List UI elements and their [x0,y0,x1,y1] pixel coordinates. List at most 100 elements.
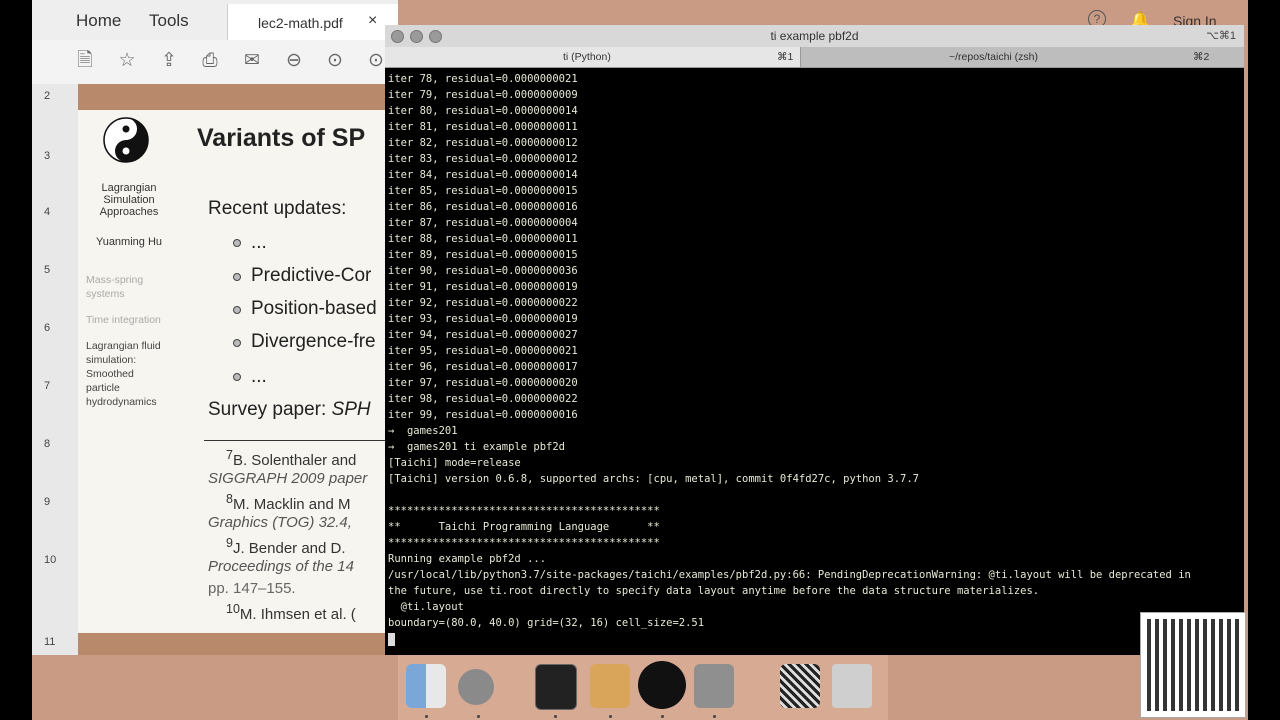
running-indicator [425,715,428,718]
terminal-line: iter 93, residual=0.0000000019 [388,313,578,325]
footnote: 7B. Solenthaler and [226,448,356,469]
survey-value: SPH [331,399,371,420]
tab-zsh[interactable]: ~/repos/taichi (zsh) ⌘2 [801,47,1244,67]
qr-app-icon[interactable] [780,664,820,708]
bullet-text: Predictive-Cor [251,265,372,286]
page-number[interactable]: 3 [44,150,50,162]
pdf-toolbar: 🗎 ☆ ⇪ ⎙ ✉ ⊖ ⊙ ⊙ [32,40,398,85]
terminal-output[interactable]: iter 78, residual=0.0000000021 iter 79, r… [388,71,1238,647]
sidebar-current-line: simulation: [86,354,137,366]
terminal-prompt[interactable] [388,631,1238,647]
terminal-line: iter 78, residual=0.0000000021 [388,73,578,85]
recent-updates-heading: Recent updates: [208,198,347,219]
sidebar-current-line: hydrodynamics [86,396,157,408]
terminal-line: iter 98, residual=0.0000000022 [388,393,578,405]
bullet-text: ... [251,366,267,387]
sidebar-current-line: Lagrangian fluid [86,340,161,352]
mail-icon[interactable]: ✉ [241,50,263,72]
yin-yang-logo [103,117,149,163]
terminal-line: iter 84, residual=0.0000000014 [388,169,578,181]
bullet-icon [233,273,241,281]
print-icon[interactable]: ⎙ [199,50,221,72]
star-icon[interactable]: ☆ [116,50,138,72]
trash-icon[interactable] [832,664,872,708]
footnote-venue: Graphics (TOG) 32.4, [208,514,352,531]
pdf-topbar: Home Tools lec2-math.pdf × [32,0,398,40]
terminal-line: @ti.layout [388,601,464,613]
running-indicator [713,715,716,718]
terminal-line: iter 90, residual=0.0000000036 [388,265,578,277]
terminal-title: ti example pbf2d [770,29,859,43]
home-tab[interactable]: Home [76,11,121,31]
page-number[interactable]: 11 [44,636,55,648]
footnote-number: 9 [226,536,233,550]
running-indicator [554,715,557,718]
footnote-number: 8 [226,492,233,506]
footnote-text: B. Solenthaler and [232,452,357,469]
window-shortcut: ⌥⌘1 [1206,30,1236,42]
terminal-line: ****************************************… [388,537,660,549]
sidebar-item-current[interactable]: Lagrangian fluid simulation: Smoothed pa… [86,339,161,409]
sidebar-item[interactable]: systems [86,288,125,300]
page-number[interactable]: 5 [44,264,50,276]
page-number[interactable]: 6 [44,322,50,334]
terminal-line: iter 86, residual=0.0000000016 [388,201,578,213]
qr-code [1140,612,1246,718]
terminal-line: [Taichi] mode=release [388,457,521,469]
finder-icon[interactable] [406,664,446,708]
page-number[interactable]: 9 [44,496,50,508]
bullet-icon [233,373,241,381]
tab-python[interactable]: ti (Python) ⌘1 [385,47,801,67]
bullet-icon [233,339,241,347]
slide-header-band [78,84,398,110]
tools-tab[interactable]: Tools [149,11,189,31]
footnote-text: M. Macklin and M [232,496,351,513]
survey-label: Survey paper: [208,399,327,420]
terminal-titlebar: ti example pbf2d ⌥⌘1 [385,25,1244,47]
dock [398,655,888,720]
launchpad-icon[interactable] [458,669,494,705]
terminal-line: [Taichi] version 0.6.8, supported archs:… [388,473,920,485]
terminal-icon[interactable] [535,664,577,710]
footnote: 10M. Ihmsen et al. ( [226,602,356,623]
qr-pattern [1147,619,1239,711]
sidebar-item[interactable]: Time integration [86,314,161,326]
footnote-rule [204,440,394,441]
upload-icon[interactable]: ⇪ [158,50,180,72]
page-number[interactable]: 2 [44,90,50,102]
close-icon[interactable]: × [368,12,377,30]
page-number[interactable]: 4 [44,206,50,218]
document-tab-label: lec2-math.pdf [258,15,343,31]
page-number[interactable]: 7 [44,380,50,392]
sidebar-title-line: Simulation [103,194,155,206]
bullet-text: Divergence-fre [251,331,376,352]
sidebar-title-line: Lagrangian [101,182,157,194]
terminal-line: iter 91, residual=0.0000000019 [388,281,578,293]
terminal-line: iter 96, residual=0.0000000017 [388,361,578,373]
thumbnail-rail: 2 3 4 5 6 7 8 9 10 11 [32,84,78,655]
slide-title: Variants of SP [197,124,366,152]
acrobat-icon[interactable] [694,664,734,708]
terminal-line: iter 83, residual=0.0000000012 [388,153,578,165]
keynote-icon[interactable] [590,664,630,708]
page-number[interactable]: 8 [44,438,50,450]
running-indicator [661,715,664,718]
page-number[interactable]: 10 [44,554,56,566]
bullet-icon [233,306,241,314]
footnote-number: 10 [226,602,240,616]
bullet-text: ... [251,232,267,253]
terminal-line: iter 85, residual=0.0000000015 [388,185,578,197]
pdf-page: Variants of SP Lagrangian Simulation App… [78,84,398,655]
footnote-venue: Proceedings of the 14 [208,558,354,575]
save-icon[interactable]: 🗎 [74,50,96,72]
sidebar-item[interactable]: Mass-spring [86,274,143,286]
page-up-icon[interactable]: ⊙ [324,50,346,72]
pdf-viewer-window: Home Tools lec2-math.pdf × 🗎 ☆ ⇪ ⎙ ✉ ⊖ ⊙… [32,0,398,655]
tab-label: ~/repos/taichi (zsh) [949,51,1038,63]
obs-icon[interactable] [638,661,686,709]
download-icon[interactable]: ⊙ [365,50,387,72]
document-tab[interactable]: lec2-math.pdf × [227,4,398,40]
terminal-line: iter 99, residual=0.0000000016 [388,409,578,421]
zoom-out-icon[interactable]: ⊖ [283,50,305,72]
footnote-pages: pp. 147–155. [208,580,296,597]
